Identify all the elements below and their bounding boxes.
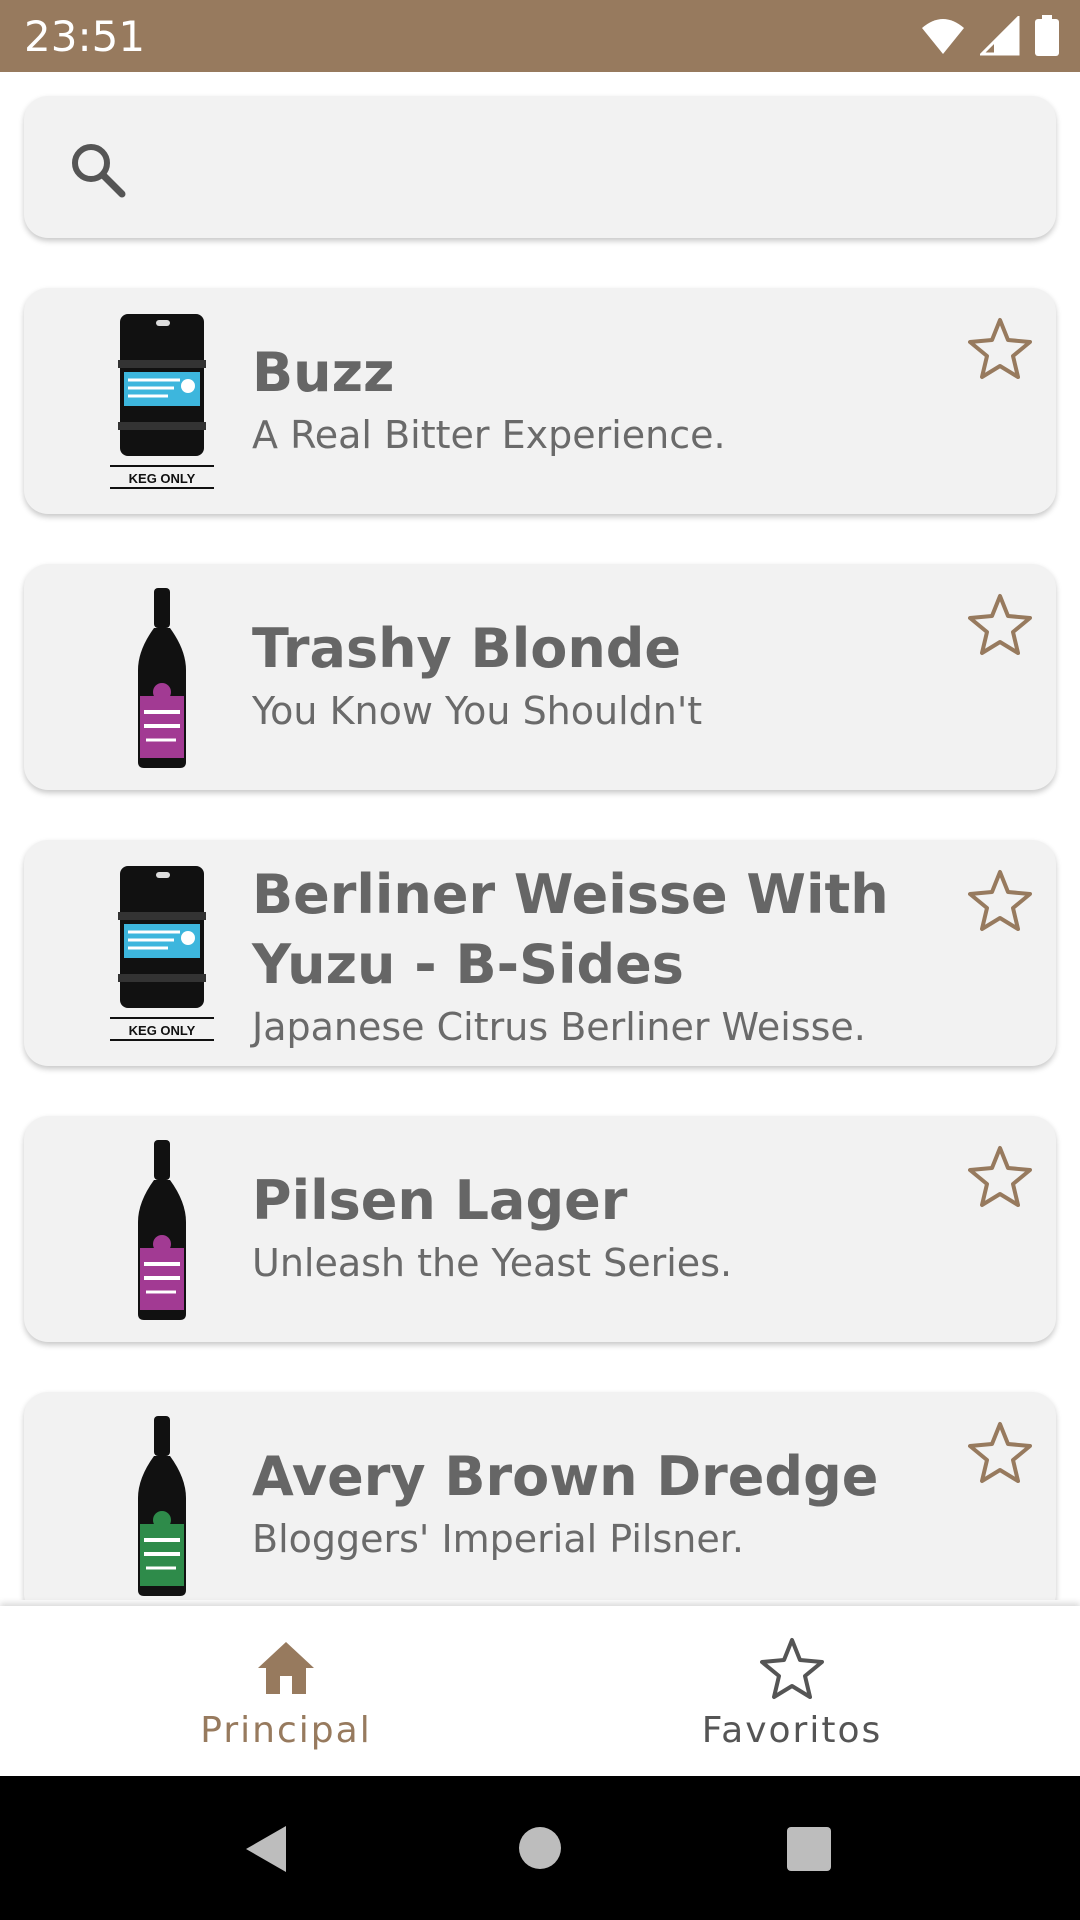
beer-name: Avery Brown Dredge	[252, 1445, 879, 1508]
beer-tagline: Japanese Citrus Berliner Weisse.	[252, 1005, 866, 1049]
search-input[interactable]	[164, 130, 1028, 206]
beer-list-screen[interactable]: KEG ONLY Buzz A Real Bitter Experience. …	[0, 72, 1080, 1600]
favorite-star-icon[interactable]	[968, 316, 1032, 380]
cellular-signal-icon	[980, 16, 1020, 56]
wifi-icon	[922, 19, 964, 54]
nav-item-principal[interactable]: Principal	[16, 1606, 556, 1776]
beer-name: Pilsen Lager	[252, 1169, 628, 1232]
bottle-image	[138, 1140, 186, 1320]
keg-image: KEG ONLY	[110, 866, 214, 1041]
beer-name: Buzz	[252, 341, 395, 404]
battery-icon	[1035, 15, 1059, 56]
beer-card[interactable]: KEG ONLY Buzz A Real Bitter Experience.	[24, 288, 1056, 514]
system-navigation-bar	[0, 1776, 1080, 1920]
status-bar: 23:51	[0, 0, 1080, 72]
beer-card-text: Trashy Blonde You Know You Shouldn't	[252, 614, 952, 736]
keg-only-label: KEG ONLY	[129, 471, 196, 486]
keg-image: KEG ONLY	[110, 314, 214, 489]
bottle-image	[138, 1416, 186, 1596]
beer-tagline: You Know You Shouldn't	[252, 689, 703, 733]
recents-icon[interactable]	[786, 1826, 832, 1872]
favorite-star-icon[interactable]	[968, 592, 1032, 656]
beer-tagline: Bloggers' Imperial Pilsner.	[252, 1517, 744, 1561]
status-icons	[920, 14, 1060, 58]
beer-name: Trashy Blonde	[252, 617, 682, 680]
beer-card[interactable]: Pilsen Lager Unleash the Yeast Series.	[24, 1116, 1056, 1342]
beer-tagline: A Real Bitter Experience.	[252, 413, 726, 457]
back-icon[interactable]	[244, 1824, 288, 1874]
search-bar[interactable]	[24, 96, 1056, 238]
beer-card[interactable]: Avery Brown Dredge Bloggers' Imperial Pi…	[24, 1392, 1056, 1600]
favorite-star-icon[interactable]	[968, 1420, 1032, 1484]
favorite-star-icon[interactable]	[968, 1144, 1032, 1208]
nav-label-principal: Principal	[200, 1710, 372, 1751]
bottom-navigation: Principal Favoritos	[0, 1606, 1080, 1776]
star-icon	[760, 1638, 824, 1699]
search-icon	[72, 144, 126, 198]
nav-item-favoritos[interactable]: Favoritos	[522, 1606, 1062, 1776]
favorite-star-icon[interactable]	[968, 868, 1032, 932]
beer-card-text: Pilsen Lager Unleash the Yeast Series.	[252, 1166, 952, 1288]
beer-card[interactable]: KEG ONLY Berliner Weisse With Yuzu - B-S…	[24, 840, 1056, 1066]
beer-card[interactable]: Trashy Blonde You Know You Shouldn't	[24, 564, 1056, 790]
home-icon	[258, 1642, 314, 1694]
keg-only-label: KEG ONLY	[129, 1023, 196, 1038]
status-time: 23:51	[24, 12, 146, 61]
home-circle-icon[interactable]	[518, 1826, 562, 1870]
beer-card-text: Avery Brown Dredge Bloggers' Imperial Pi…	[252, 1442, 952, 1564]
bottle-image	[138, 588, 186, 768]
beer-card-text: Berliner Weisse With Yuzu - B-Sides Japa…	[252, 860, 952, 1052]
nav-label-favoritos: Favoritos	[701, 1710, 883, 1751]
beer-name: Berliner Weisse With Yuzu - B-Sides	[252, 863, 889, 996]
beer-card-text: Buzz A Real Bitter Experience.	[252, 338, 952, 460]
beer-tagline: Unleash the Yeast Series.	[252, 1241, 733, 1285]
